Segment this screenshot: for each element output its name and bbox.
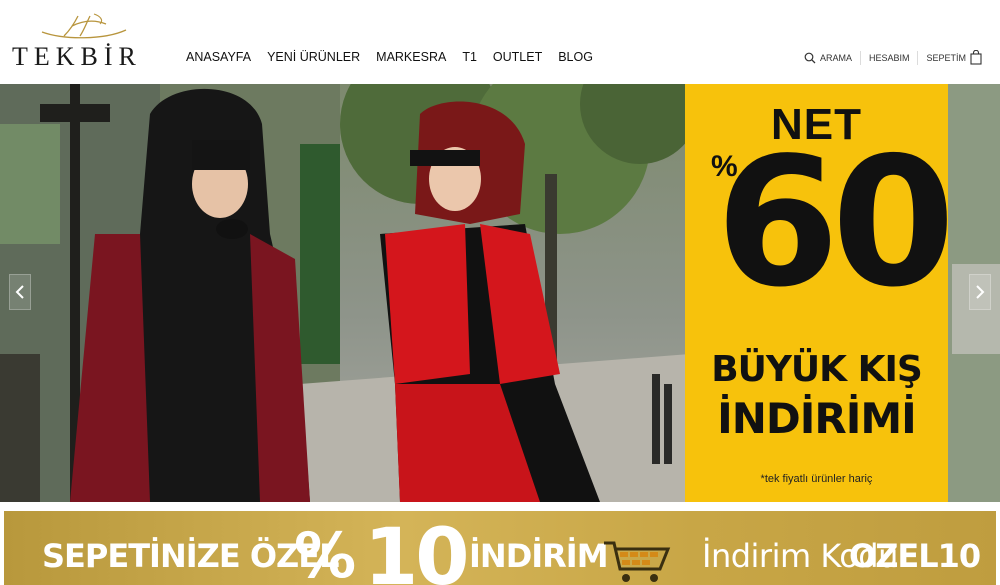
site-header: TEKBİR ANASAYFA YENİ ÜRÜNLER MARKESRA T1…: [0, 0, 1000, 84]
banner-text-indirim: İNDİRİM: [469, 537, 609, 575]
search-label: ARAMA: [819, 52, 852, 63]
chevron-right-icon: [976, 285, 985, 299]
nav-item-t1[interactable]: T1: [462, 50, 477, 64]
slider-next-button[interactable]: [969, 274, 991, 310]
account-label: HESABIM: [868, 52, 910, 63]
nav-item-markesra[interactable]: MARKESRA: [376, 50, 446, 64]
cart-link[interactable]: SEPETİM: [918, 50, 990, 65]
banner-percent-sign: %: [294, 519, 357, 585]
promo-discount-number: 60: [715, 119, 956, 326]
nav-item-anasayfa[interactable]: ANASAYFA: [186, 50, 251, 64]
slider-prev-button[interactable]: [9, 274, 31, 310]
utility-nav: ARAMA HESABIM SEPETİM: [796, 50, 990, 65]
promo-panel: NET % 60 BÜYÜK KIŞ İNDİRİMİ *tek fiyatlı…: [685, 84, 956, 502]
main-nav: ANASAYFA YENİ ÜRÜNLER MARKESRA T1 OUTLET…: [186, 50, 609, 64]
nav-item-blog[interactable]: BLOG: [558, 50, 593, 64]
search-icon: [804, 52, 816, 63]
discount-banner[interactable]: SEPETİNİZE ÖZEL % 10 İNDİRİM İndirim Kod…: [4, 511, 996, 585]
promo-headline-2: İNDİRİMİ: [717, 394, 917, 443]
search-button[interactable]: ARAMA: [796, 52, 860, 64]
cart-label: SEPETİM: [926, 52, 966, 63]
banner-discount-number: 10: [364, 513, 470, 585]
promo-headline-1: BÜYÜK KIŞ: [711, 349, 923, 390]
chevron-left-icon: [15, 285, 24, 299]
promo-footnote: *tek fiyatlı ürünler hariç: [760, 473, 873, 485]
nav-item-yeni-urunler[interactable]: YENİ ÜRÜNLER: [267, 50, 360, 64]
logo-mark-icon: [41, 13, 127, 39]
cart-icon: [970, 50, 982, 65]
nav-item-outlet[interactable]: OUTLET: [493, 50, 542, 64]
shopping-cart-icon: [604, 541, 671, 582]
hero-slider[interactable]: NET % 60 BÜYÜK KIŞ İNDİRİMİ *tek fiyatlı…: [0, 84, 1000, 502]
account-link[interactable]: HESABIM: [861, 53, 918, 63]
brand-logo[interactable]: TEKBİR: [12, 8, 152, 71]
brand-name: TEKBİR: [12, 42, 142, 71]
banner-code: OZEL10: [849, 537, 981, 575]
